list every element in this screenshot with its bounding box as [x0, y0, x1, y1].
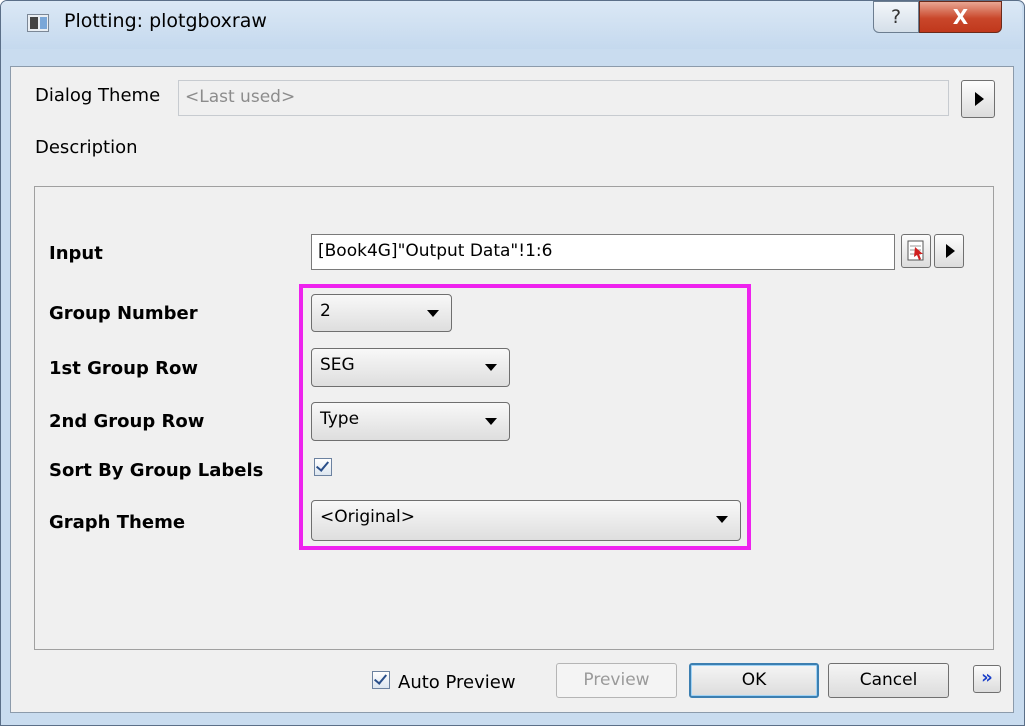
preview-button[interactable]: Preview [556, 663, 677, 698]
ok-button[interactable]: OK [689, 663, 819, 698]
auto-preview-label: Auto Preview [398, 672, 516, 693]
graph-theme-label: Graph Theme [49, 512, 186, 533]
help-icon: ? [890, 6, 902, 28]
chevron-down-icon [716, 516, 728, 523]
play-arrow-icon [946, 244, 955, 258]
dialog-theme-menu-button[interactable] [961, 80, 995, 118]
auto-preview-checkbox[interactable] [372, 671, 390, 689]
sort-by-group-labels-label: Sort By Group Labels [49, 460, 264, 481]
chevron-down-icon [485, 364, 497, 371]
help-button[interactable]: ? [873, 1, 919, 33]
group-number-select[interactable]: 2 [311, 294, 452, 332]
input-range-field[interactable]: [Book4G]"Output Data"!1:6 [311, 234, 895, 270]
first-group-row-label: 1st Group Row [49, 358, 198, 379]
dialog-theme-field[interactable]: <Last used> [178, 80, 949, 116]
group-number-value: 2 [320, 301, 331, 321]
graph-theme-select[interactable]: <Original> [311, 500, 741, 541]
expand-button[interactable]: » [973, 665, 1001, 693]
group-number-label: Group Number [49, 303, 198, 324]
select-range-button[interactable] [901, 234, 931, 268]
range-select-icon [907, 240, 924, 261]
description-label: Description [35, 137, 138, 158]
sort-by-group-labels-checkbox[interactable] [314, 458, 332, 476]
double-chevron-right-icon: » [981, 667, 993, 688]
play-arrow-icon [975, 92, 984, 106]
chevron-down-icon [485, 418, 497, 425]
app-icon [27, 14, 49, 32]
close-button[interactable]: X [919, 1, 1002, 33]
second-group-row-label: 2nd Group Row [49, 411, 205, 432]
window-title: Plotting: plotgboxraw [64, 10, 267, 32]
input-label: Input [49, 243, 103, 264]
close-icon: X [952, 5, 969, 29]
chevron-down-icon [427, 310, 439, 317]
first-group-row-value: SEG [320, 355, 355, 375]
cancel-button[interactable]: Cancel [828, 663, 949, 698]
graph-theme-value: <Original> [320, 507, 416, 527]
dialog-theme-label: Dialog Theme [35, 85, 161, 106]
first-group-row-select[interactable]: SEG [311, 348, 510, 387]
second-group-row-value: Type [320, 409, 360, 429]
input-menu-button[interactable] [934, 234, 964, 268]
checkmark-icon [315, 458, 330, 472]
checkmark-icon [373, 671, 388, 685]
second-group-row-select[interactable]: Type [311, 402, 510, 441]
